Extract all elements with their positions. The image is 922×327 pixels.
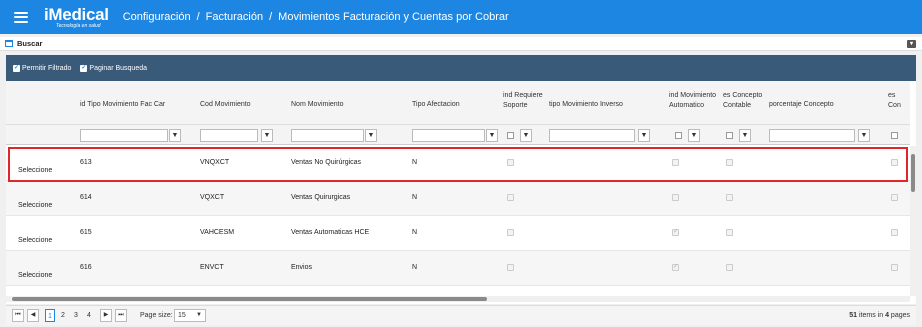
select-link[interactable]: Seleccione [18, 272, 52, 279]
filter-row: ▼ ▼ ▼ ▼ ▼ ▼ ▼ ▼ ▼ [6, 125, 910, 145]
filter-icon[interactable]: ▼ [486, 129, 498, 142]
results-grid: id Tipo Movimiento Fac Car Cod Movimiento… [6, 81, 916, 304]
row-checkbox [891, 194, 898, 201]
column-header[interactable]: tipo Movimiento Inverso [549, 100, 659, 110]
filter-input[interactable] [291, 129, 364, 142]
table-row[interactable]: Seleccione 614 VQXCT Ventas Quirurgicas N [6, 181, 910, 216]
app-logo: iMedical Tecnología en salud [44, 4, 109, 29]
row-checkbox [507, 194, 514, 201]
table-cell: VQXCT [200, 194, 225, 201]
row-checkbox [672, 228, 679, 236]
column-header[interactable]: Nom Movimiento [291, 100, 391, 110]
page-number[interactable]: 4 [84, 309, 94, 322]
top-bar: iMedical Tecnología en salud Configuraci… [0, 0, 922, 34]
scroll-thumb[interactable] [911, 154, 915, 192]
selected-row-highlight [8, 147, 908, 182]
grid-header: id Tipo Movimiento Fac Car Cod Movimiento… [6, 81, 910, 125]
table-cell: Envios [291, 264, 313, 271]
filter-icon[interactable]: ▼ [858, 129, 870, 142]
page-size-select[interactable]: 15 ▼ [174, 309, 206, 322]
filter-checkbox[interactable] [891, 132, 898, 139]
filter-icon[interactable]: ▼ [638, 129, 650, 142]
select-link[interactable]: Seleccione [18, 202, 52, 209]
table-cell: N [412, 229, 418, 236]
panel-title: Buscar [17, 39, 43, 48]
filter-input[interactable] [200, 129, 258, 142]
filter-input[interactable] [80, 129, 168, 142]
checkbox-icon[interactable]: ✓ [80, 64, 88, 72]
scroll-thumb[interactable] [12, 297, 487, 301]
breadcrumb: Configuración / Facturación / Movimientos Fa… [123, 11, 509, 23]
row-checkbox [726, 229, 733, 236]
table-cell: 614 [80, 194, 92, 201]
vertical-scrollbar[interactable] [910, 146, 916, 296]
column-header[interactable]: es Concepto Contable [723, 91, 763, 111]
window-icon [5, 40, 13, 47]
filter-checkbox[interactable] [726, 132, 733, 139]
row-checkbox [891, 229, 898, 236]
collapse-icon[interactable]: ▾ [907, 40, 916, 48]
filter-checkbox[interactable] [675, 132, 682, 139]
filter-icon[interactable]: ▼ [261, 129, 273, 142]
filter-icon[interactable]: ▼ [169, 129, 181, 142]
first-page-icon[interactable]: ⏮ [12, 309, 24, 322]
filter-input[interactable] [412, 129, 485, 142]
filter-icon[interactable]: ▼ [365, 129, 377, 142]
select-link[interactable]: Seleccione [18, 237, 52, 244]
filter-icon[interactable]: ▼ [739, 129, 751, 142]
last-page-icon[interactable]: ⏭ [115, 309, 127, 322]
paginate-search-option[interactable]: ✓ Paginar Busqueda [80, 64, 147, 72]
table-cell: Ventas Quirurgicas [291, 194, 351, 201]
filter-icon[interactable]: ▼ [688, 129, 700, 142]
options-bar: ✓ Permitir Filtrado ✓ Paginar Busqueda [6, 55, 916, 81]
column-header[interactable]: porcentaje Concepto [769, 100, 879, 110]
column-header[interactable]: ind Movimiento Automatico [669, 91, 719, 111]
row-checkbox [672, 194, 679, 201]
row-checkbox [507, 229, 514, 236]
table-cell: VAHCESM [200, 229, 235, 236]
table-row[interactable]: Seleccione 615 VAHCESM Ventas Automaticas H… [6, 216, 910, 251]
table-cell: ENVCT [200, 264, 224, 271]
column-header[interactable]: ind Requiere Soporte [503, 91, 543, 111]
column-header[interactable]: Cod Movimiento [200, 100, 280, 110]
filter-icon[interactable]: ▼ [520, 129, 532, 142]
table-cell: N [412, 264, 418, 271]
row-checkbox [891, 264, 898, 271]
checkbox-icon[interactable]: ✓ [13, 64, 20, 72]
breadcrumb-item[interactable]: Configuración [123, 11, 191, 23]
page-number[interactable]: 2 [58, 309, 68, 322]
row-checkbox [507, 264, 514, 271]
pager-info: 51 items in 4 pages [849, 312, 910, 319]
breadcrumb-item[interactable]: Movimientos Facturación y Cuentas por Co… [278, 11, 508, 23]
table-cell: 615 [80, 229, 92, 236]
prev-page-icon[interactable]: ◀ [27, 309, 39, 322]
table-cell: Ventas Automaticas HCE [291, 229, 370, 236]
breadcrumb-separator: / [196, 11, 200, 23]
row-checkbox [726, 194, 733, 201]
allow-filter-option[interactable]: ✓ Permitir Filtrado [13, 64, 71, 72]
table-cell: N [412, 194, 418, 201]
column-header[interactable]: Tipo Afectacion [412, 100, 492, 110]
chevron-down-icon: ▼ [196, 312, 202, 318]
pager: ⏮ ◀ 1234 ▶ ⏭ Page size: 15 ▼ 51 items in… [6, 305, 916, 325]
row-checkbox [672, 263, 679, 271]
filter-checkbox[interactable] [507, 132, 514, 139]
next-page-icon[interactable]: ▶ [100, 309, 112, 322]
search-panel-header: Buscar ▾ [0, 37, 922, 51]
filter-input[interactable] [549, 129, 635, 142]
column-header[interactable]: es Con [888, 91, 908, 111]
row-checkbox [726, 264, 733, 271]
column-header[interactable]: id Tipo Movimiento Fac Car [80, 100, 190, 110]
filter-input[interactable] [769, 129, 855, 142]
table-cell: 616 [80, 264, 92, 271]
breadcrumb-separator: / [269, 11, 273, 23]
page-size-label: Page size: [140, 312, 173, 319]
horizontal-scrollbar[interactable] [6, 296, 910, 302]
table-row[interactable]: Seleccione 616 ENVCT Envios N [6, 251, 910, 286]
page-number[interactable]: 1 [45, 309, 55, 322]
breadcrumb-item[interactable]: Facturación [206, 11, 263, 23]
menu-icon[interactable] [14, 11, 28, 23]
page-number[interactable]: 3 [71, 309, 81, 322]
